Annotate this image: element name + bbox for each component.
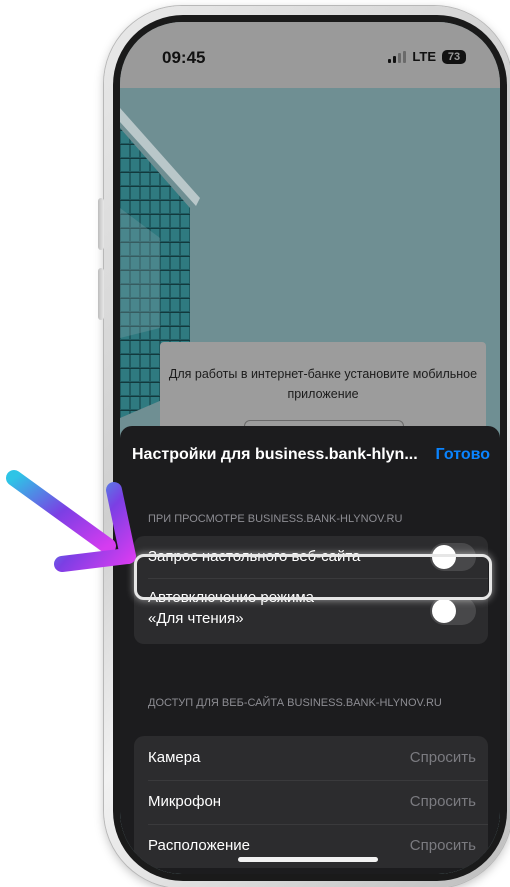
site-access-group: Камера Спросить Микрофон Спросить Распол…: [134, 736, 488, 868]
status-time: 09:45: [162, 48, 206, 67]
volume-down-button: [98, 268, 104, 320]
auto-reader-mode-toggle[interactable]: [430, 597, 476, 625]
network-label: LTE: [412, 49, 436, 64]
auto-reader-mode-label: Автовключение режима «Для чтения»: [148, 587, 314, 629]
phone-screen: 09:45 LTE 73 Для работы в интернет-банке…: [120, 22, 500, 874]
viewing-section-header: ПРИ ПРОСМОТРЕ BUSINESS.BANK-HLYNOV.RU: [148, 513, 403, 525]
webpage-notice-text: Для работы в интернет-банке установите м…: [168, 367, 478, 401]
location-value: Спросить: [409, 837, 476, 854]
website-settings-sheet: Настройки для business.bank-hlyn... Гото…: [120, 426, 500, 874]
screenshot: 09:45 LTE 73 Для работы в интернет-банке…: [0, 0, 510, 887]
camera-row[interactable]: Камера Спросить: [134, 736, 488, 780]
camera-label: Камера: [148, 749, 201, 766]
viewing-settings-group: Запрос настольного веб-сайта Автовключен…: [134, 536, 488, 644]
done-button[interactable]: Готово: [436, 446, 490, 464]
status-indicators: LTE 73: [388, 49, 466, 64]
volume-up-button: [98, 198, 104, 250]
access-section-header: ДОСТУП ДЛЯ ВЕБ-САЙТА BUSINESS.BANK-HLYNO…: [148, 697, 442, 709]
auto-reader-mode-row[interactable]: Автовключение режима «Для чтения»: [134, 579, 488, 644]
auto-reader-mode-label-line2: «Для чтения»: [148, 610, 244, 627]
battery-icon: 73: [442, 49, 466, 64]
microphone-value: Спросить: [409, 793, 476, 810]
request-desktop-site-toggle[interactable]: [430, 543, 476, 571]
microphone-row[interactable]: Микрофон Спросить: [134, 781, 488, 824]
request-desktop-site-row[interactable]: Запрос настольного веб-сайта: [134, 536, 488, 578]
request-desktop-site-label: Запрос настольного веб-сайта: [148, 548, 361, 565]
sheet-title: Настройки для business.bank-hlyn...: [132, 446, 418, 463]
auto-reader-mode-label-line1: Автовключение режима: [148, 589, 314, 606]
signal-icon: [388, 50, 407, 63]
location-label: Расположение: [148, 837, 250, 854]
camera-value: Спросить: [409, 749, 476, 766]
microphone-label: Микрофон: [148, 793, 222, 810]
status-bar: 09:45 LTE 73: [120, 22, 500, 88]
home-indicator: [238, 857, 378, 862]
